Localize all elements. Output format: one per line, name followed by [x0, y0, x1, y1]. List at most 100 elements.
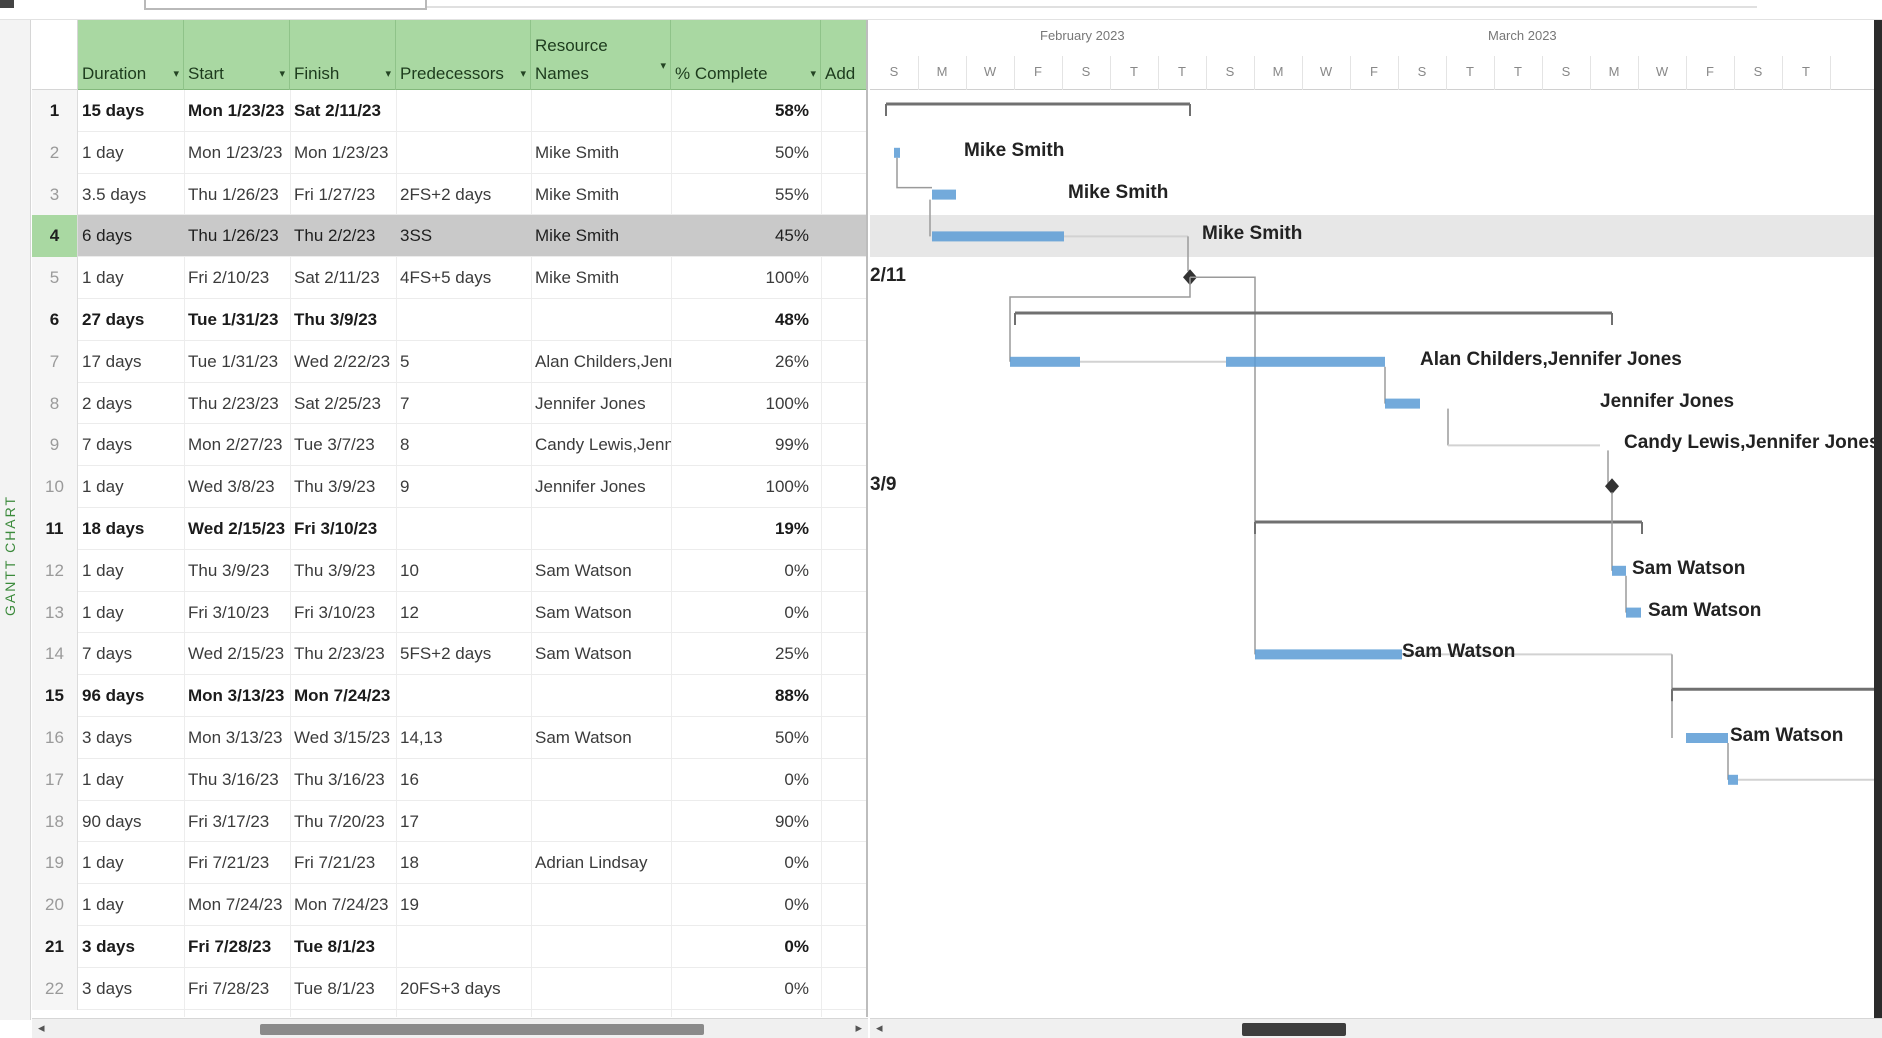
add-column-cell[interactable]	[821, 675, 866, 717]
add-column-cell[interactable]	[821, 299, 866, 341]
resource-names-cell[interactable]: Adrian Lindsay	[531, 842, 671, 884]
duration-cell[interactable]: 18 days	[78, 508, 184, 550]
start-cell[interactable]: Thu 2/23/23	[184, 383, 290, 425]
filter-dropdown-icon[interactable]: ▾	[810, 67, 816, 80]
add-column-cell[interactable]	[821, 968, 866, 1010]
table-row[interactable]: 19 1 day Fri 7/21/23 Fri 7/21/23 18 Adrian Li…	[32, 842, 866, 885]
table-row[interactable]: 10 1 day Wed 3/8/23 Thu 3/9/23 9 Jennifer Jon…	[32, 466, 866, 508]
add-column-cell[interactable]	[821, 466, 866, 508]
predecessors-cell[interactable]	[396, 675, 531, 717]
add-column-cell[interactable]	[821, 717, 866, 759]
finish-cell[interactable]: Thu 7/20/23	[290, 801, 396, 843]
percent-complete-cell[interactable]: 50%	[671, 132, 821, 174]
scroll-left-icon[interactable]: ◂	[876, 1020, 883, 1036]
scroll-left-icon[interactable]: ◂	[38, 1020, 45, 1036]
finish-cell[interactable]: Mon 7/24/23	[290, 675, 396, 717]
table-row[interactable]: 22 3 days Fri 7/28/23 Tue 8/1/23 20FS+3 days…	[32, 967, 866, 1010]
predecessors-cell[interactable]: 8	[396, 424, 531, 466]
column-header-resource-names[interactable]: Resource Names ▾	[531, 20, 671, 90]
row-id-cell[interactable]: 19	[32, 842, 78, 885]
percent-complete-cell[interactable]: 25%	[671, 633, 821, 675]
percent-complete-cell[interactable]: 0%	[671, 884, 821, 926]
duration-cell[interactable]: 27 days	[78, 299, 184, 341]
resource-names-cell[interactable]: Mike Smith	[531, 257, 671, 299]
table-row[interactable]: 20 1 day Mon 7/24/23 Mon 7/24/23 19 0%	[32, 884, 866, 926]
finish-cell[interactable]: Mon 7/24/23	[290, 884, 396, 926]
resource-names-cell[interactable]	[531, 759, 671, 801]
column-header-add-new[interactable]: Add	[821, 20, 866, 90]
finish-cell[interactable]: Fri 3/10/23	[290, 592, 396, 634]
start-cell[interactable]: Fri 3/17/23	[184, 801, 290, 843]
row-id-cell[interactable]: 8	[32, 382, 78, 425]
filter-dropdown-icon[interactable]: ▾	[279, 67, 285, 80]
percent-complete-cell[interactable]: 0%	[671, 968, 821, 1010]
finish-cell[interactable]: Thu 3/9/23	[290, 550, 396, 592]
add-column-cell[interactable]	[821, 174, 866, 216]
row-id-cell[interactable]: 20	[32, 884, 78, 926]
row-id-cell[interactable]: 11	[32, 507, 78, 550]
start-cell[interactable]: Wed 2/15/23	[184, 508, 290, 550]
add-column-cell[interactable]	[821, 508, 866, 550]
add-column-cell[interactable]	[821, 424, 866, 466]
percent-complete-cell[interactable]: 0%	[671, 592, 821, 634]
percent-complete-cell[interactable]: 90%	[671, 801, 821, 843]
finish-cell[interactable]: Wed 2/22/23	[290, 341, 396, 383]
resource-names-cell[interactable]: Mike Smith	[531, 132, 671, 174]
add-column-cell[interactable]	[821, 842, 866, 884]
finish-cell[interactable]: Thu 3/9/23	[290, 299, 396, 341]
row-id-cell[interactable]: 12	[32, 549, 78, 592]
table-row[interactable]: 13 1 day Fri 3/10/23 Fri 3/10/23 12 Sam Watso…	[32, 591, 866, 634]
row-id-cell[interactable]: 16	[32, 716, 78, 759]
finish-cell[interactable]: Thu 3/16/23	[290, 759, 396, 801]
view-bar[interactable]: GANTT CHART	[0, 20, 31, 1020]
finish-cell[interactable]: Thu 2/23/23	[290, 633, 396, 675]
table-row[interactable]: 1 15 days Mon 1/23/23 Sat 2/11/23 58%	[32, 90, 866, 132]
start-cell[interactable]: Tue 1/31/23	[184, 299, 290, 341]
finish-cell[interactable]: Sat 2/11/23	[290, 90, 396, 132]
row-id-cell[interactable]: 10	[32, 466, 78, 508]
resource-names-cell[interactable]	[531, 299, 671, 341]
table-row[interactable]: 14 7 days Wed 2/15/23 Thu 2/23/23 5FS+2 days…	[32, 633, 866, 676]
finish-cell[interactable]: Thu 3/9/23	[290, 466, 396, 508]
predecessors-cell[interactable]	[396, 132, 531, 174]
resource-names-cell[interactable]: Sam Watson	[531, 633, 671, 675]
duration-cell[interactable]: 90 days	[78, 801, 184, 843]
start-cell[interactable]: Fri 2/10/23	[184, 257, 290, 299]
gantt-scroll-thumb[interactable]	[1242, 1023, 1346, 1036]
start-cell[interactable]: Thu 1/26/23	[184, 174, 290, 216]
predecessors-cell[interactable]	[396, 299, 531, 341]
row-id-cell[interactable]: 15	[32, 675, 78, 717]
finish-cell[interactable]: Fri 7/21/23	[290, 842, 396, 884]
table-row[interactable]: 82 days Thu 2/23/23 Sat 2/25/23 7 Jennifer J…	[32, 382, 866, 425]
start-cell[interactable]: Thu 3/9/23	[184, 550, 290, 592]
duration-cell[interactable]: 17 days	[78, 341, 184, 383]
finish-cell[interactable]: Sat 2/11/23	[290, 257, 396, 299]
duration-cell[interactable]: 1 day	[78, 132, 184, 174]
start-cell[interactable]: Fri 7/21/23	[184, 842, 290, 884]
duration-cell[interactable]: 1 day	[78, 257, 184, 299]
column-header-predecessors[interactable]: Predecessors ▾	[396, 20, 531, 90]
column-header-duration[interactable]: Duration ▾	[78, 20, 184, 90]
percent-complete-cell[interactable]: 100%	[671, 466, 821, 508]
add-column-cell[interactable]	[821, 90, 866, 132]
finish-cell[interactable]: Tue 8/1/23	[290, 968, 396, 1010]
table-row[interactable]: 46 days Thu 1/26/23 Thu 2/2/23 3SS Mike Smit…	[32, 215, 866, 258]
resource-names-cell[interactable]	[531, 508, 671, 550]
predecessors-cell[interactable]: 3SS	[396, 215, 531, 257]
predecessors-cell[interactable]: 14,13	[396, 717, 531, 759]
timeline-strip[interactable]	[0, 0, 1882, 20]
filter-dropdown-icon[interactable]: ▾	[660, 52, 666, 80]
table-horizontal-scrollbar[interactable]: ◂ ▸	[32, 1018, 868, 1038]
start-cell[interactable]: Fri 3/10/23	[184, 592, 290, 634]
row-id-cell[interactable]: 7	[32, 340, 78, 383]
table-row[interactable]: 16 3 days Mon 3/13/23 Wed 3/15/23 14,13 Sam W…	[32, 716, 866, 759]
resource-names-cell[interactable]: Candy Lewis,Jenni	[531, 424, 671, 466]
start-cell[interactable]: Mon 3/13/23	[184, 717, 290, 759]
table-row[interactable]: 12 1 day Thu 3/9/23 Thu 3/9/23 10 Sam Watson 0…	[32, 549, 866, 592]
duration-cell[interactable]: 3 days	[78, 968, 184, 1010]
percent-complete-cell[interactable]: 45%	[671, 215, 821, 257]
resource-names-cell[interactable]	[531, 90, 671, 132]
start-cell[interactable]: Tue 1/31/23	[184, 341, 290, 383]
table-row[interactable]: 6 27 days Tue 1/31/23 Thu 3/9/23 48%	[32, 298, 866, 341]
predecessors-cell[interactable]: 19	[396, 884, 531, 926]
